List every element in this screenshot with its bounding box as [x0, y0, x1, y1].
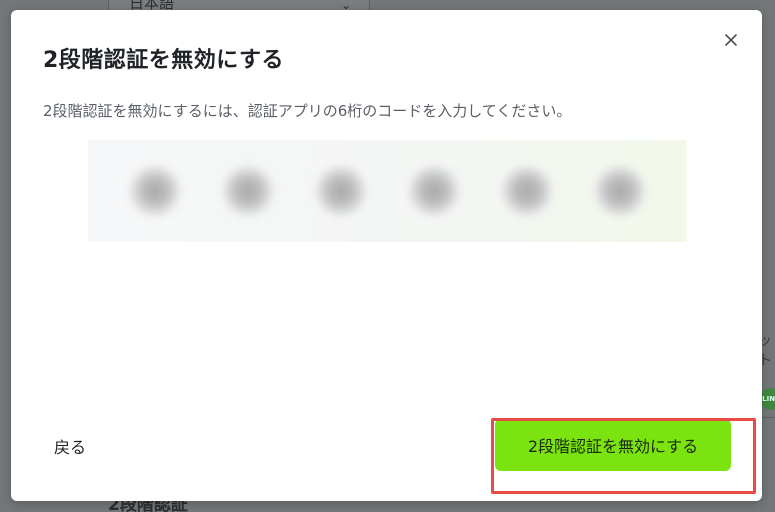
back-button[interactable]: 戻る — [54, 434, 86, 458]
dialog-title: 2段階認証を無効にする — [43, 48, 285, 73]
disable-2fa-dialog: 2段階認証を無効にする 2段階認証を無効にするには、認証アプリの6桁のコードを入… — [11, 10, 762, 501]
verification-code-input-group — [88, 140, 687, 242]
dialog-description: 2段階認証を無効にするには、認証アプリの6桁のコードを入力してください。 — [43, 102, 572, 120]
code-digit-input[interactable] — [312, 164, 369, 218]
code-digit-input[interactable] — [219, 164, 276, 218]
disable-2fa-button[interactable]: 2段階認証を無効にする — [495, 419, 731, 471]
close-button[interactable] — [720, 29, 742, 51]
code-digit-input[interactable] — [499, 164, 556, 218]
line-badge: LINE — [760, 388, 775, 410]
code-digit-input[interactable] — [406, 164, 463, 218]
close-icon — [725, 34, 737, 46]
code-digit-input[interactable] — [592, 164, 649, 218]
code-digit-input[interactable] — [126, 164, 183, 218]
